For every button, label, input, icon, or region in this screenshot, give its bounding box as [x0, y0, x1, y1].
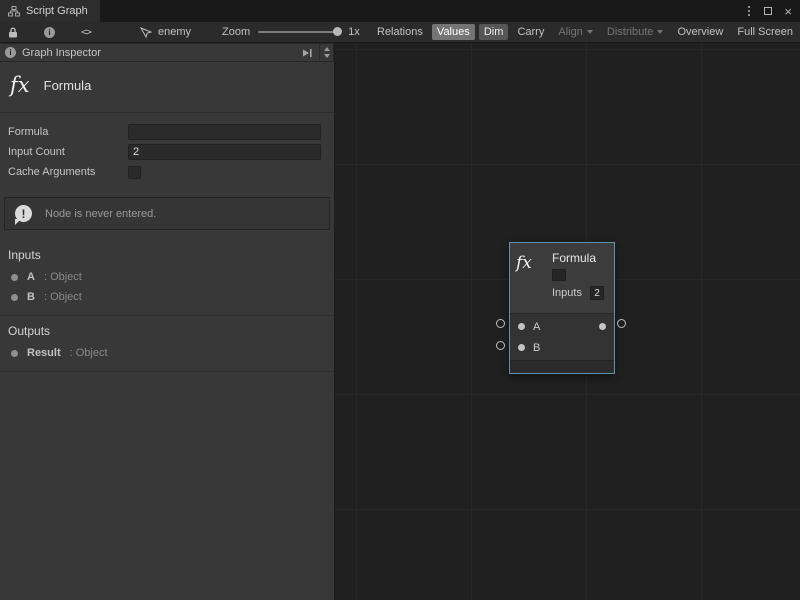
formula-node-header: fx Formula Inputs 2: [510, 243, 614, 313]
node-formula-field[interactable]: [552, 269, 566, 281]
inspector-fields: Formula Input Count Cache Arguments: [0, 113, 334, 184]
output-port-dot-icon[interactable]: [599, 323, 606, 330]
node-title: Formula: [552, 249, 608, 267]
tab-label: Script Graph: [26, 5, 88, 17]
cache-arguments-row: Cache Arguments: [0, 162, 334, 182]
node-inputs-count[interactable]: 2: [590, 286, 604, 300]
port-target-ring-icon[interactable]: [496, 341, 505, 350]
node-inputs-label: Inputs: [552, 287, 582, 299]
cache-arguments-checkbox[interactable]: [128, 166, 141, 179]
scroll-up-icon[interactable]: [324, 47, 330, 51]
formula-field-label: Formula: [8, 126, 128, 138]
warning-box: ! Node is never entered.: [4, 197, 330, 230]
chevron-down-icon: [587, 30, 593, 34]
distribute-dropdown[interactable]: Distribute: [602, 24, 668, 40]
graph-toolbar: i <> enemy Zoom 1x Relations Values Dim …: [0, 22, 800, 43]
cache-arguments-label: Cache Arguments: [8, 166, 128, 178]
warning-text: Node is never entered.: [45, 208, 156, 220]
toolbar-buttons: Relations Values Dim Carry Align Distrib…: [372, 22, 798, 42]
input-count-field-row: Input Count: [0, 142, 334, 162]
input-port-row: A : Object: [0, 267, 334, 287]
carry-button[interactable]: Carry: [512, 24, 549, 40]
chevron-down-icon: [657, 30, 663, 34]
window-controls: ×: [746, 0, 800, 22]
divider: [0, 371, 334, 372]
toolbar-left-icons: i <>: [8, 22, 91, 42]
dock-arrow-icon[interactable]: [301, 48, 313, 58]
info-icon[interactable]: i: [44, 27, 55, 38]
overview-button[interactable]: Overview: [672, 24, 728, 40]
input-count-label: Input Count: [8, 146, 128, 158]
unit-title-block: fx Formula: [0, 62, 334, 112]
toolbar-zoom-group: Zoom 1x: [222, 22, 360, 42]
graph-inspector-panel: i Graph Inspector fx Formula: [0, 43, 335, 600]
formula-field-row: Formula: [0, 122, 334, 142]
zoom-slider-handle[interactable]: [333, 27, 342, 36]
graph-inspector-title: Graph Inspector: [22, 47, 101, 59]
fx-icon: fx: [10, 73, 30, 97]
toolbar-target[interactable]: enemy: [140, 22, 191, 42]
target-name: enemy: [158, 26, 191, 38]
maximize-icon[interactable]: [764, 7, 772, 15]
node-footer: [510, 360, 614, 373]
tab-script-graph[interactable]: Script Graph: [0, 0, 100, 22]
output-port-row: Result : Object: [0, 343, 334, 363]
port-target-ring-icon[interactable]: [617, 319, 626, 328]
dim-button[interactable]: Dim: [479, 24, 509, 40]
unity-visual-scripting-window: Script Graph × i <> enemy: [0, 0, 800, 600]
unit-name: Formula: [44, 78, 92, 93]
node-port-b[interactable]: B: [510, 337, 614, 358]
fullscreen-button[interactable]: Full Screen: [732, 24, 798, 40]
script-graph-icon: [8, 6, 20, 17]
node-ports: A B: [510, 313, 614, 360]
input-count-input[interactable]: [128, 144, 321, 160]
window-tab-bar: Script Graph ×: [0, 0, 800, 22]
fx-icon: fx: [516, 249, 552, 305]
formula-input[interactable]: [128, 124, 321, 140]
port-dot-icon: [11, 274, 18, 281]
port-target-ring-icon[interactable]: [496, 319, 505, 328]
zoom-slider[interactable]: [258, 31, 340, 33]
warning-icon: !: [15, 205, 32, 222]
formula-node[interactable]: fx Formula Inputs 2 A: [509, 242, 615, 374]
info-icon: i: [5, 47, 16, 58]
port-dot-icon: [11, 294, 18, 301]
align-dropdown[interactable]: Align: [553, 24, 597, 40]
code-icon[interactable]: <>: [81, 27, 91, 38]
window-menu-icon[interactable]: [746, 4, 752, 18]
close-icon[interactable]: ×: [784, 5, 792, 18]
zoom-value: 1x: [348, 26, 360, 38]
input-port-dot-icon[interactable]: [518, 344, 525, 351]
scroll-stepper[interactable]: [319, 44, 333, 61]
zoom-label: Zoom: [222, 26, 250, 38]
input-port-row: B : Object: [0, 287, 334, 307]
scroll-down-icon[interactable]: [324, 54, 330, 58]
pointer-icon: [140, 27, 152, 38]
lock-icon[interactable]: [8, 27, 18, 38]
input-port-dot-icon[interactable]: [518, 323, 525, 330]
outputs-section-header: Outputs: [0, 316, 334, 343]
relations-button[interactable]: Relations: [372, 24, 428, 40]
inputs-section-header: Inputs: [0, 240, 334, 267]
graph-canvas[interactable]: fx Formula Inputs 2 A: [335, 43, 800, 600]
node-port-a[interactable]: A: [510, 316, 614, 337]
values-button[interactable]: Values: [432, 24, 475, 40]
graph-inspector-header[interactable]: i Graph Inspector: [0, 43, 334, 62]
port-dot-icon: [11, 350, 18, 357]
